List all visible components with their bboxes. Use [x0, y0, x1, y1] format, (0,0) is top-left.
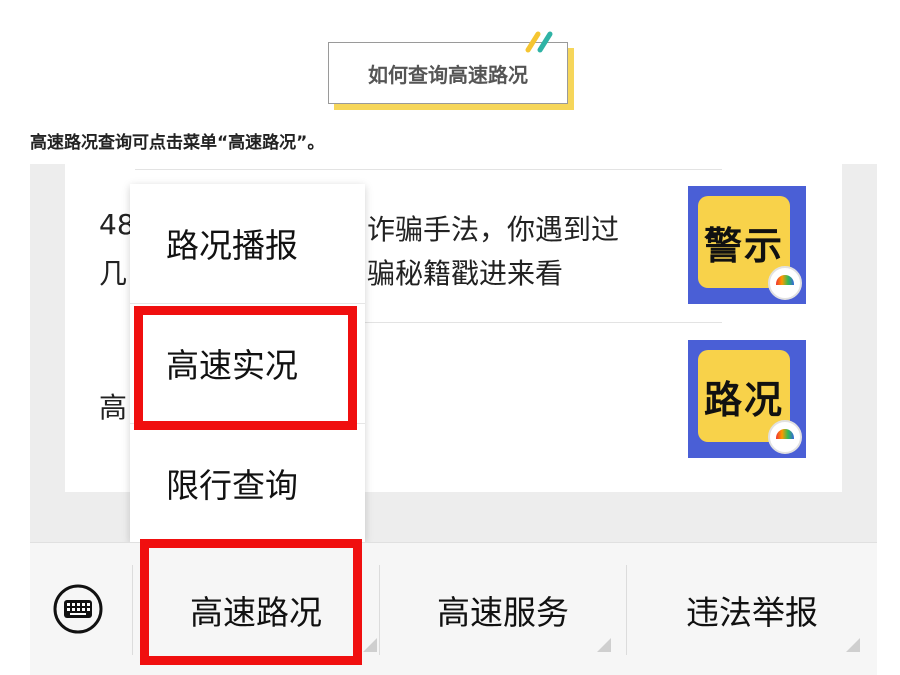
menu-item-label: 路况播报 [166, 226, 298, 265]
slash-decoration-icon [525, 31, 553, 53]
highlight-frame-highway-live [134, 306, 357, 430]
menu-violation-report[interactable]: 违法举报 [627, 543, 877, 675]
submenu-indicator-icon [597, 638, 611, 652]
article-title: 诈骗手法，你遇到过 [367, 213, 620, 246]
submenu-indicator-icon [846, 638, 860, 652]
feed-divider [135, 169, 722, 170]
submenu-indicator-icon [363, 638, 377, 652]
article-title-fragment: 高 [99, 391, 128, 424]
article-title-fragment: 几 [99, 257, 128, 290]
intro-text: 高速路况查询可点击菜单“高速路况”。 [30, 133, 325, 153]
article-thumbnail-warning: 警示 [688, 186, 806, 304]
page-title: 如何查询高速路况 [368, 62, 528, 87]
title-box: 如何查询高速路况 [328, 31, 574, 110]
menu-item-label: 限行查询 [166, 466, 298, 505]
menu-item-restriction-query[interactable]: 限行查询 [130, 424, 365, 542]
menu-label: 高速服务 [437, 592, 569, 632]
article-thumbnail-traffic: 路况 [688, 340, 806, 458]
logo-badge-icon [768, 420, 802, 454]
keyboard-icon[interactable] [52, 583, 104, 635]
logo-badge-icon [768, 266, 802, 300]
menu-label: 违法举报 [686, 592, 818, 632]
menu-highway-service[interactable]: 高速服务 [380, 543, 626, 675]
highlight-frame-highway-traffic [140, 539, 362, 665]
phone-screenshot: 48 诈骗手法，你遇到过 几 骗秘籍戳进来看 警示 高 路况 路况播报 高速实况 [30, 164, 877, 675]
article-title: 骗秘籍戳进来看 [367, 257, 564, 290]
menu-item-traffic-broadcast[interactable]: 路况播报 [130, 184, 365, 302]
